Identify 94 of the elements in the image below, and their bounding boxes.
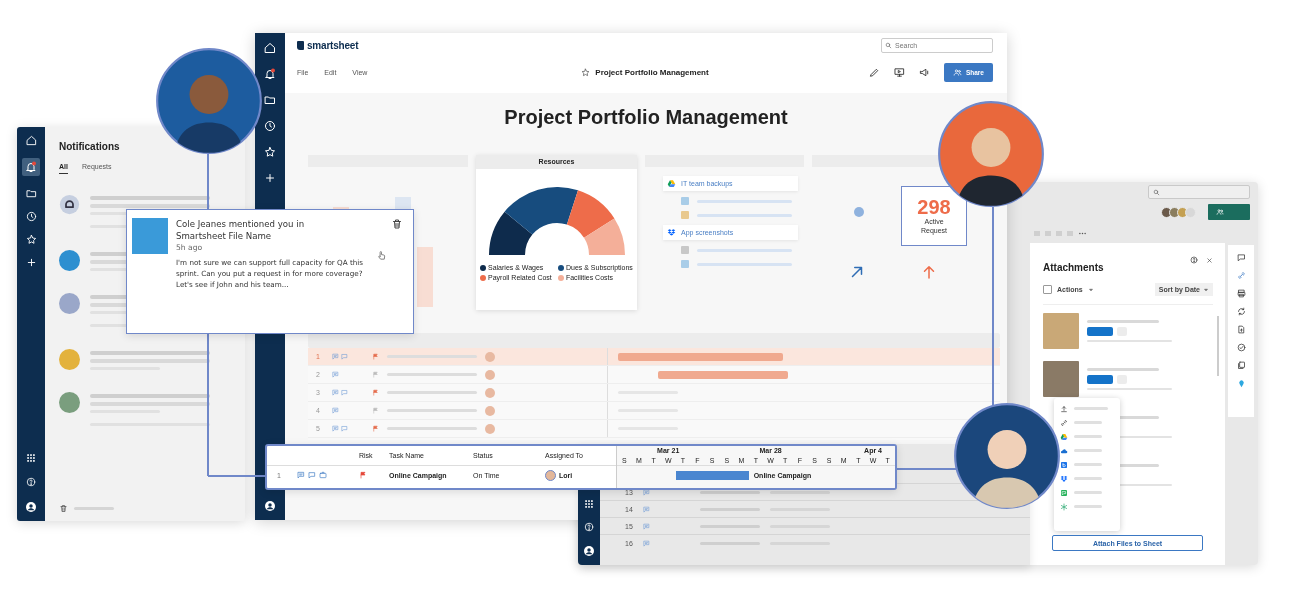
flag-icon: [372, 425, 379, 432]
placeholder-bar: [699, 490, 760, 494]
dashboard-title: Project Portfolio Management: [503, 105, 789, 129]
clock-icon[interactable]: [264, 120, 276, 132]
tag-bar: [1087, 375, 1113, 384]
trash-icon[interactable]: [59, 504, 68, 513]
flag-icon: [372, 371, 379, 378]
folder-icon[interactable]: [25, 188, 37, 199]
scrollbar[interactable]: [1217, 316, 1219, 376]
chat-app-icon[interactable]: [1060, 488, 1068, 497]
home-icon[interactable]: [25, 135, 37, 146]
layers-icon[interactable]: [1236, 361, 1246, 370]
notification-title: Cole Jeanes mentioned you in Smartsheet File Name: [176, 218, 306, 243]
metric-value: 298: [917, 196, 951, 219]
logo-text: smartsheet: [307, 40, 359, 51]
comment-icon[interactable]: [296, 471, 305, 479]
flag-icon: [372, 407, 379, 414]
search-icon: [1153, 188, 1160, 196]
bell-avatar-icon: [59, 194, 80, 215]
search-field[interactable]: [1148, 185, 1250, 199]
sheet-title: Project Portfolio Management: [595, 68, 709, 77]
comment-icon[interactable]: [642, 488, 650, 496]
plus-icon[interactable]: [25, 257, 37, 268]
people-icon: [1216, 208, 1224, 216]
panel-title: Attachments: [1043, 262, 1104, 273]
present-icon[interactable]: [893, 67, 905, 78]
user-avatar-icon[interactable]: [264, 500, 276, 512]
comment-icon[interactable]: [1236, 253, 1246, 262]
clock-icon[interactable]: [25, 211, 37, 222]
avatar-icon: [59, 349, 80, 370]
flag-icon: [372, 389, 379, 396]
trash-icon[interactable]: [391, 218, 403, 230]
share-button[interactable]: [1208, 204, 1250, 220]
avatar-icon: [1185, 206, 1196, 218]
checkbox[interactable]: [1043, 285, 1052, 294]
avatar-icon: [485, 351, 495, 362]
cloud-icon[interactable]: [1060, 446, 1068, 455]
user-avatar-icon[interactable]: [25, 501, 37, 513]
search-icon: [885, 42, 892, 49]
photo-placeholder: [132, 218, 168, 254]
avatar-icon: [485, 423, 495, 434]
tag-bar: [1087, 327, 1113, 336]
asterisk-icon[interactable]: [1060, 502, 1068, 511]
apps-grid-icon[interactable]: [584, 499, 594, 509]
gauge-icon[interactable]: [1236, 343, 1246, 352]
printer-icon[interactable]: [1236, 289, 1246, 298]
notification-bell-icon[interactable]: [22, 158, 40, 176]
pin-icon[interactable]: [1236, 379, 1246, 388]
avatar-icon: [59, 250, 80, 271]
chart-bar: [417, 247, 433, 307]
dot-icon: [854, 207, 864, 217]
avatar-icon: [485, 405, 495, 416]
avatar-icon: [485, 369, 495, 380]
hand-cursor-icon: [376, 250, 387, 261]
box-icon[interactable]: [1060, 460, 1068, 469]
sync-icon[interactable]: [1236, 307, 1246, 316]
people-icon: [952, 68, 962, 77]
gantt-bar[interactable]: [675, 470, 749, 480]
briefcase-icon[interactable]: [318, 471, 327, 479]
flag-icon: [359, 471, 367, 479]
dropbox-icon: [667, 228, 676, 237]
link-icon[interactable]: [1060, 418, 1068, 427]
dropbox-icon[interactable]: [1060, 474, 1068, 483]
photo-placeholder: [1043, 361, 1079, 397]
close-icon[interactable]: [1206, 256, 1213, 264]
flag-icon: [372, 353, 379, 360]
avatar-icon: [59, 293, 80, 314]
link-icon[interactable]: [1236, 271, 1246, 280]
drive-icon: [667, 179, 676, 188]
plus-icon[interactable]: [264, 172, 276, 184]
folder-icon[interactable]: [264, 94, 276, 106]
document-icon[interactable]: [1236, 325, 1246, 334]
apps-grid-icon[interactable]: [26, 453, 36, 463]
avatar-icon: [59, 392, 80, 413]
caret-icon[interactable]: [1087, 286, 1094, 293]
star-icon[interactable]: [581, 68, 591, 77]
drive-icon[interactable]: [1060, 432, 1068, 441]
avatar-icon: [545, 469, 556, 481]
megaphone-icon[interactable]: [918, 67, 930, 78]
help-icon[interactable]: [1190, 256, 1198, 264]
photo-placeholder: [1043, 313, 1079, 349]
pencil-icon[interactable]: [868, 67, 880, 78]
user-avatar-icon[interactable]: [583, 545, 595, 557]
placeholder-bar: [1087, 320, 1159, 323]
placeholder-bar: [769, 490, 830, 494]
placeholder-bar: [1087, 368, 1159, 371]
chat-icon[interactable]: [307, 471, 316, 479]
home-icon[interactable]: [264, 42, 276, 54]
notification-bell-icon[interactable]: [264, 68, 276, 80]
caret-icon: [1203, 286, 1209, 293]
avatar-icon: [485, 387, 495, 398]
upload-icon[interactable]: [1060, 404, 1068, 413]
panel-title: Notifications: [59, 141, 121, 152]
logo-icon: [297, 41, 304, 50]
